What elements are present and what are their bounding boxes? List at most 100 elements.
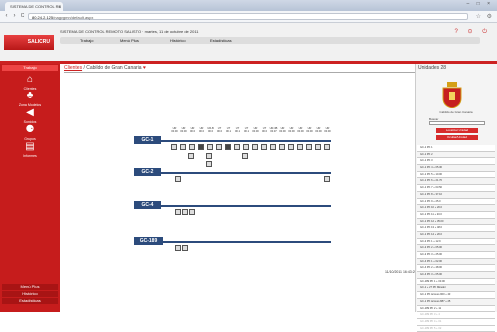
sidebar-bottom-historico[interactable]: Histórico: [2, 291, 58, 297]
reload-icon[interactable]: C: [19, 13, 26, 20]
device-box[interactable]: [242, 153, 248, 159]
list-item[interactable]: GC-1 PK Acceso 887 + 25: [417, 299, 495, 306]
device-box[interactable]: [189, 209, 195, 215]
device-box[interactable]: [175, 245, 181, 251]
device-box[interactable]: [206, 161, 212, 167]
device-box[interactable]: [198, 144, 204, 150]
sidebar-bottom-plus[interactable]: Menú Plus: [2, 284, 58, 290]
browser-tab[interactable]: SISTEMA DE CONTROL RE ×: [5, 2, 63, 11]
device-box[interactable]: [171, 144, 177, 150]
list-item[interactable]: GC-2 PK 2 + 05.00: [417, 245, 495, 252]
list-item[interactable]: GC-189 PK 3 + 4: [417, 312, 495, 319]
wrench-icon[interactable]: ⚙: [487, 13, 492, 20]
tab-close-icon[interactable]: ×: [59, 2, 61, 11]
group-label-gc1[interactable]: GC-1: [134, 136, 161, 144]
device-box[interactable]: [288, 144, 294, 150]
device-box[interactable]: [243, 144, 249, 150]
list-item[interactable]: GC-2 PK 1 + 12.9: [417, 238, 495, 246]
menu-trabajo[interactable]: Trabajo: [80, 37, 93, 44]
gc1-slot-label: UT 00.1: [225, 127, 232, 133]
group-label-gc189[interactable]: GC-189: [134, 237, 163, 245]
list-item[interactable]: GC-1 PK 8 + 37.10: [417, 192, 495, 199]
list-item[interactable]: GC-1 PK 11 + 20.0: [417, 211, 495, 219]
device-box[interactable]: [297, 144, 303, 150]
device-box[interactable]: [175, 209, 181, 215]
group-icon: ⚈: [25, 124, 35, 135]
device-box[interactable]: [261, 144, 267, 150]
device-box[interactable]: [207, 144, 213, 150]
device-box[interactable]: [182, 245, 188, 251]
device-box[interactable]: [175, 176, 181, 182]
back-icon[interactable]: ‹: [3, 13, 10, 20]
device-box[interactable]: [216, 144, 222, 150]
url-input[interactable]: 80.24.2.125/nagvgmn/default.aspx: [28, 13, 468, 20]
menu-estadisticas[interactable]: Estadísticas: [210, 37, 232, 44]
gc1-slot-label: UR 00.00: [297, 127, 304, 133]
locate-unit-button[interactable]: Localizar Unidad: [436, 128, 478, 133]
list-item[interactable]: GC-4 PK 1 + 02.00: [417, 259, 495, 266]
report-icon: ▤: [25, 141, 35, 152]
list-item[interactable]: GC-2 PK 3 + 25.00: [417, 252, 495, 259]
list-item[interactable]: GC-1 PK 12 + 35.00: [417, 219, 495, 226]
device-box[interactable]: [270, 144, 276, 150]
device-box[interactable]: [324, 176, 330, 182]
device-box[interactable]: [206, 153, 212, 159]
url-path: /nagvgmn/default.aspx: [53, 15, 94, 20]
list-item[interactable]: GC-1 PK 2: [417, 152, 495, 159]
search-input[interactable]: [429, 121, 485, 125]
device-box[interactable]: [306, 144, 312, 150]
sidebar-bottom-estadisticas[interactable]: Estadísticas: [2, 298, 58, 304]
list-item[interactable]: GC-189 PK 1 + 03.00: [417, 278, 495, 286]
device-box[interactable]: [234, 144, 240, 150]
device-box[interactable]: [182, 209, 188, 215]
list-item[interactable]: GC-189 PK 2 + 11: [417, 305, 495, 313]
sidebar-item-informes[interactable]: ▤ Informes: [0, 141, 60, 158]
list-item[interactable]: GC-1 PK 5 + 10.00: [417, 171, 495, 179]
breadcrumb-link-clientes[interactable]: Clientes: [64, 65, 82, 71]
device-box[interactable]: [252, 144, 258, 150]
list-item[interactable]: GC-1 PK 9 + 25.0: [417, 198, 495, 206]
menu-plus[interactable]: Menú Plus: [120, 37, 139, 44]
list-item[interactable]: GC-1 PK 4 + 05.30: [417, 165, 495, 172]
device-box[interactable]: [180, 144, 186, 150]
device-box[interactable]: [225, 144, 231, 150]
list-item[interactable]: GC-1 PK 3: [417, 158, 495, 166]
device-box[interactable]: [324, 144, 330, 150]
window-controls[interactable]: – □ ×: [467, 1, 494, 7]
gc1-slot-label: UR 00.00: [279, 127, 286, 133]
header-action-icons[interactable]: ? ⊙ ⏻: [455, 28, 491, 36]
menu-historico[interactable]: Histórico: [170, 37, 186, 44]
star-icon[interactable]: ☆: [476, 13, 481, 20]
list-item[interactable]: GC-1 PK 6 + 21.70: [417, 178, 495, 186]
sidebar-item-clientes[interactable]: ⌂ Clientes: [0, 74, 60, 91]
list-item[interactable]: GC-4 PK 3 + 05.00: [417, 272, 495, 279]
list-item[interactable]: GC-1 PK 13 + 48.0: [417, 225, 495, 232]
list-item[interactable]: GC-1 PK 10 + 20.0: [417, 205, 495, 212]
group-label-gc2[interactable]: GC-2: [134, 168, 161, 176]
list-item[interactable]: GC-1 + 27 PK Mirador: [417, 285, 495, 293]
list-item[interactable]: GC-4 PK 2 + 48.00: [417, 265, 495, 273]
sidebar-item-grupos[interactable]: ⚈ Grupos: [0, 124, 60, 141]
gc1-slot-label: UR 00.0: [189, 127, 196, 133]
list-item[interactable]: GC-189 PK 5 + 02: [417, 326, 495, 332]
list-item[interactable]: GC-1 PK Acceso 900 + 43: [417, 292, 495, 299]
forward-icon[interactable]: ›: [11, 13, 18, 20]
gc2-line: [134, 172, 331, 174]
list-item[interactable]: GC-1 PK 14 + 20.0: [417, 232, 495, 239]
device-box[interactable]: [188, 153, 194, 159]
sidebar-item-label: Informes: [23, 154, 37, 158]
list-item[interactable]: GC-1 PK 1: [417, 145, 495, 152]
url-host: 80.24.2.125: [32, 15, 54, 20]
device-box[interactable]: [189, 144, 195, 150]
device-box[interactable]: [315, 144, 321, 150]
sidebar-item-zona[interactable]: ♣ Zona Modelos: [0, 90, 60, 107]
sidebar-header[interactable]: Trabajo: [2, 65, 58, 71]
group-label-gc4[interactable]: GC-4: [134, 201, 161, 209]
device-box[interactable]: [279, 144, 285, 150]
list-item[interactable]: GC-1 PK 7 + 03.50: [417, 185, 495, 192]
hide-unit-button[interactable]: Ocultar/Unidad: [436, 135, 478, 140]
favorite-icon[interactable]: ♥: [143, 65, 146, 71]
list-item[interactable]: GC-189 PK 4 + 01: [417, 318, 495, 326]
sidebar-item-sonidos[interactable]: ◀ Sonidos: [0, 107, 60, 124]
breadcrumb: Clientes / Cabildo de Gran Canaria ♥: [64, 65, 146, 71]
